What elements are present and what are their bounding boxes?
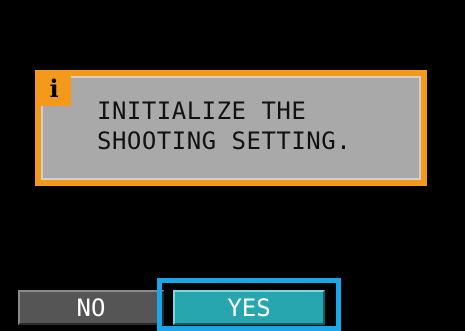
selection-highlight[interactable]	[157, 278, 341, 331]
info-dialog-body: i INITIALIZE THE SHOOTING SETTING.	[37, 72, 421, 180]
dialog-message-line-1: INITIALIZE THE	[97, 97, 307, 125]
option-bar: NO YES	[0, 278, 465, 331]
dialog-message: INITIALIZE THE SHOOTING SETTING.	[97, 96, 351, 156]
info-icon: i	[37, 72, 71, 106]
camera-screen: i INITIALIZE THE SHOOTING SETTING. NO YE…	[0, 0, 465, 331]
info-dialog: i INITIALIZE THE SHOOTING SETTING.	[35, 70, 427, 186]
dialog-message-line-2: SHOOTING SETTING.	[97, 127, 352, 155]
no-button[interactable]: NO	[18, 290, 164, 325]
